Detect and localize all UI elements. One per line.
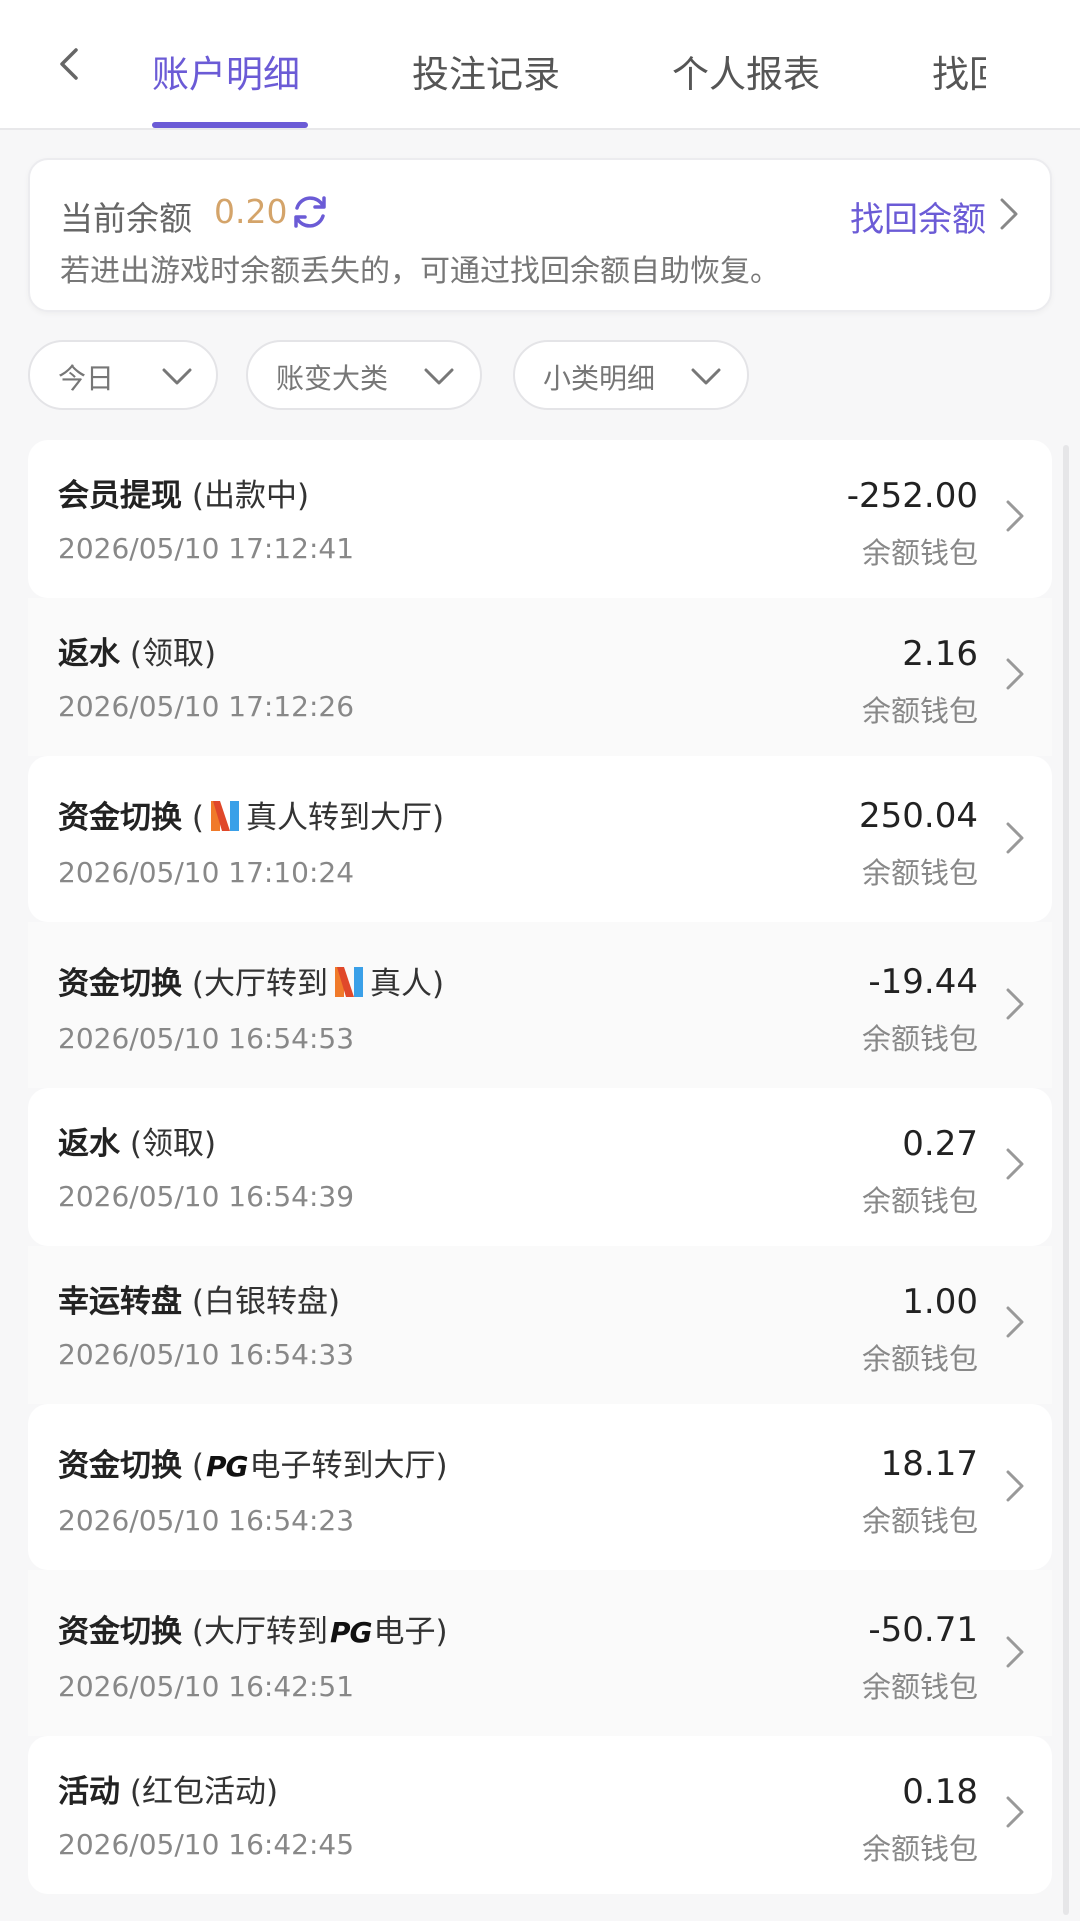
date-filter-dropdown[interactable]: 今日 <box>28 340 218 410</box>
transaction-title: 幸运转盘 (白银转盘) <box>58 1284 341 1320</box>
transaction-time: 2026/05/10 16:54:23 <box>58 1504 355 1537</box>
transaction-amount: 0.18 <box>902 1772 978 1812</box>
chevron-right-icon <box>1006 1796 1024 1828</box>
transaction-list: 会员提现 (出款中) 2026/05/10 17:12:41 -252.00 余… <box>28 440 1052 1894</box>
wallet-label: 余额钱包 <box>861 1022 978 1056</box>
transaction-row[interactable]: 返水 (领取) 2026/05/10 16:54:39 0.27 余额钱包 <box>28 1088 1052 1246</box>
balance-hint: 若进出游戏时余额丢失的，可通过找回余额自助恢复。 <box>60 254 780 289</box>
scrollbar[interactable] <box>1063 445 1069 1915</box>
chevron-down-icon <box>424 368 454 385</box>
recover-balance-link[interactable]: 找回余额 <box>850 192 986 241</box>
transaction-row[interactable]: 返水 (领取) 2026/05/10 17:12:26 2.16 余额钱包 <box>28 598 1052 756</box>
chevron-right-icon <box>1006 1306 1024 1338</box>
transaction-time: 2026/05/10 17:10:24 <box>58 856 355 889</box>
pg-logo: PG <box>205 1450 249 1483</box>
chevron-right-icon <box>1006 822 1024 854</box>
transaction-row[interactable]: 资金切换 (真人转到大厅) 2026/05/10 17:10:24 250.04… <box>28 756 1052 922</box>
chevron-right-icon <box>1006 1636 1024 1668</box>
transaction-amount: -252.00 <box>846 476 978 516</box>
transaction-row[interactable]: 会员提现 (出款中) 2026/05/10 17:12:41 -252.00 余… <box>28 440 1052 598</box>
transaction-amount: 18.17 <box>880 1444 978 1484</box>
transaction-time: 2026/05/10 16:42:45 <box>58 1828 355 1861</box>
transaction-time: 2026/05/10 16:42:51 <box>58 1670 355 1703</box>
transaction-time: 2026/05/10 17:12:26 <box>58 690 355 723</box>
transaction-title: 资金切换 (真人转到大厅) <box>58 800 445 836</box>
transaction-row[interactable]: 资金切换 (PG电子转到大厅) 2026/05/10 16:54:23 18.1… <box>28 1404 1052 1570</box>
transaction-amount: 0.27 <box>902 1124 978 1164</box>
transaction-title: 活动 (红包活动) <box>58 1774 279 1810</box>
transaction-amount: 1.00 <box>902 1282 978 1322</box>
pg-logo: PG <box>329 1616 373 1649</box>
transaction-amount: 250.04 <box>859 796 978 836</box>
transaction-title: 返水 (领取) <box>58 1126 217 1162</box>
balance-card: 当前余额 0.20 找回余额 若进出游戏时余额丢失的，可通过找回余额自助恢复。 <box>28 158 1052 312</box>
subcategory-filter-label: 小类明细 <box>543 362 656 395</box>
chevron-right-icon <box>1006 1470 1024 1502</box>
chevron-right-icon <box>1006 988 1024 1020</box>
transaction-time: 2026/05/10 16:54:53 <box>58 1022 355 1055</box>
balance-label: 当前余额 <box>60 199 192 238</box>
back-arrow-icon[interactable] <box>50 44 90 84</box>
transaction-time: 2026/05/10 16:54:33 <box>58 1338 355 1371</box>
tab-personal-report[interactable]: 个人报表 <box>672 50 820 100</box>
chevron-right-icon <box>1006 1148 1024 1180</box>
transaction-amount: -19.44 <box>868 962 978 1002</box>
chevron-down-icon <box>691 368 721 385</box>
transaction-time: 2026/05/10 17:12:41 <box>58 532 355 565</box>
tab-bet-records[interactable]: 投注记录 <box>412 50 560 100</box>
chevron-right-icon <box>1006 500 1024 532</box>
chevron-right-icon <box>1006 658 1024 690</box>
tab-recover-label: 找回 <box>932 53 986 96</box>
live-casino-logo-icon <box>334 967 363 997</box>
tab-account-details[interactable]: 账户明细 <box>152 50 300 100</box>
refresh-icon[interactable] <box>288 190 332 234</box>
wallet-label: 余额钱包 <box>861 856 978 890</box>
wallet-label: 余额钱包 <box>861 1832 978 1866</box>
top-tab-bar: 账户明细 投注记录 个人报表 找回 <box>0 0 1080 130</box>
transaction-title: 会员提现 (出款中) <box>58 478 310 514</box>
transaction-row[interactable]: 活动 (红包活动) 2026/05/10 16:42:45 0.18 余额钱包 <box>28 1736 1052 1894</box>
transaction-row[interactable]: 幸运转盘 (白银转盘) 2026/05/10 16:54:33 1.00 余额钱… <box>28 1246 1052 1404</box>
wallet-label: 余额钱包 <box>861 1670 978 1704</box>
transaction-amount: 2.16 <box>902 634 978 674</box>
transaction-row[interactable]: 资金切换 (大厅转到 真人) 2026/05/10 16:54:53 -19.44… <box>28 922 1052 1088</box>
chevron-down-icon <box>162 368 192 385</box>
transaction-time: 2026/05/10 16:54:39 <box>58 1180 355 1213</box>
wallet-label: 余额钱包 <box>861 694 978 728</box>
chevron-right-icon[interactable] <box>994 194 1024 234</box>
live-casino-logo-icon <box>210 801 239 831</box>
subcategory-filter-dropdown[interactable]: 小类明细 <box>513 340 749 410</box>
active-tab-indicator <box>152 122 308 128</box>
transaction-title: 资金切换 (PG电子转到大厅) <box>58 1448 448 1484</box>
category-filter-label: 账变大类 <box>276 362 389 395</box>
transaction-row[interactable]: 资金切换 (大厅转到PG电子) 2026/05/10 16:42:51 -50.… <box>28 1570 1052 1736</box>
transaction-title: 返水 (领取) <box>58 636 217 672</box>
category-filter-dropdown[interactable]: 账变大类 <box>246 340 482 410</box>
balance-value: 0.20 <box>214 192 288 231</box>
wallet-label: 余额钱包 <box>861 1184 978 1218</box>
date-filter-label: 今日 <box>58 362 115 395</box>
wallet-label: 余额钱包 <box>861 1342 978 1376</box>
wallet-label: 余额钱包 <box>861 1504 978 1538</box>
transaction-title: 资金切换 (大厅转到 真人) <box>58 966 445 1002</box>
tab-recover[interactable]: 找回 <box>932 50 986 106</box>
transaction-title: 资金切换 (大厅转到PG电子) <box>58 1614 448 1650</box>
transaction-amount: -50.71 <box>868 1610 978 1650</box>
wallet-label: 余额钱包 <box>861 536 978 570</box>
